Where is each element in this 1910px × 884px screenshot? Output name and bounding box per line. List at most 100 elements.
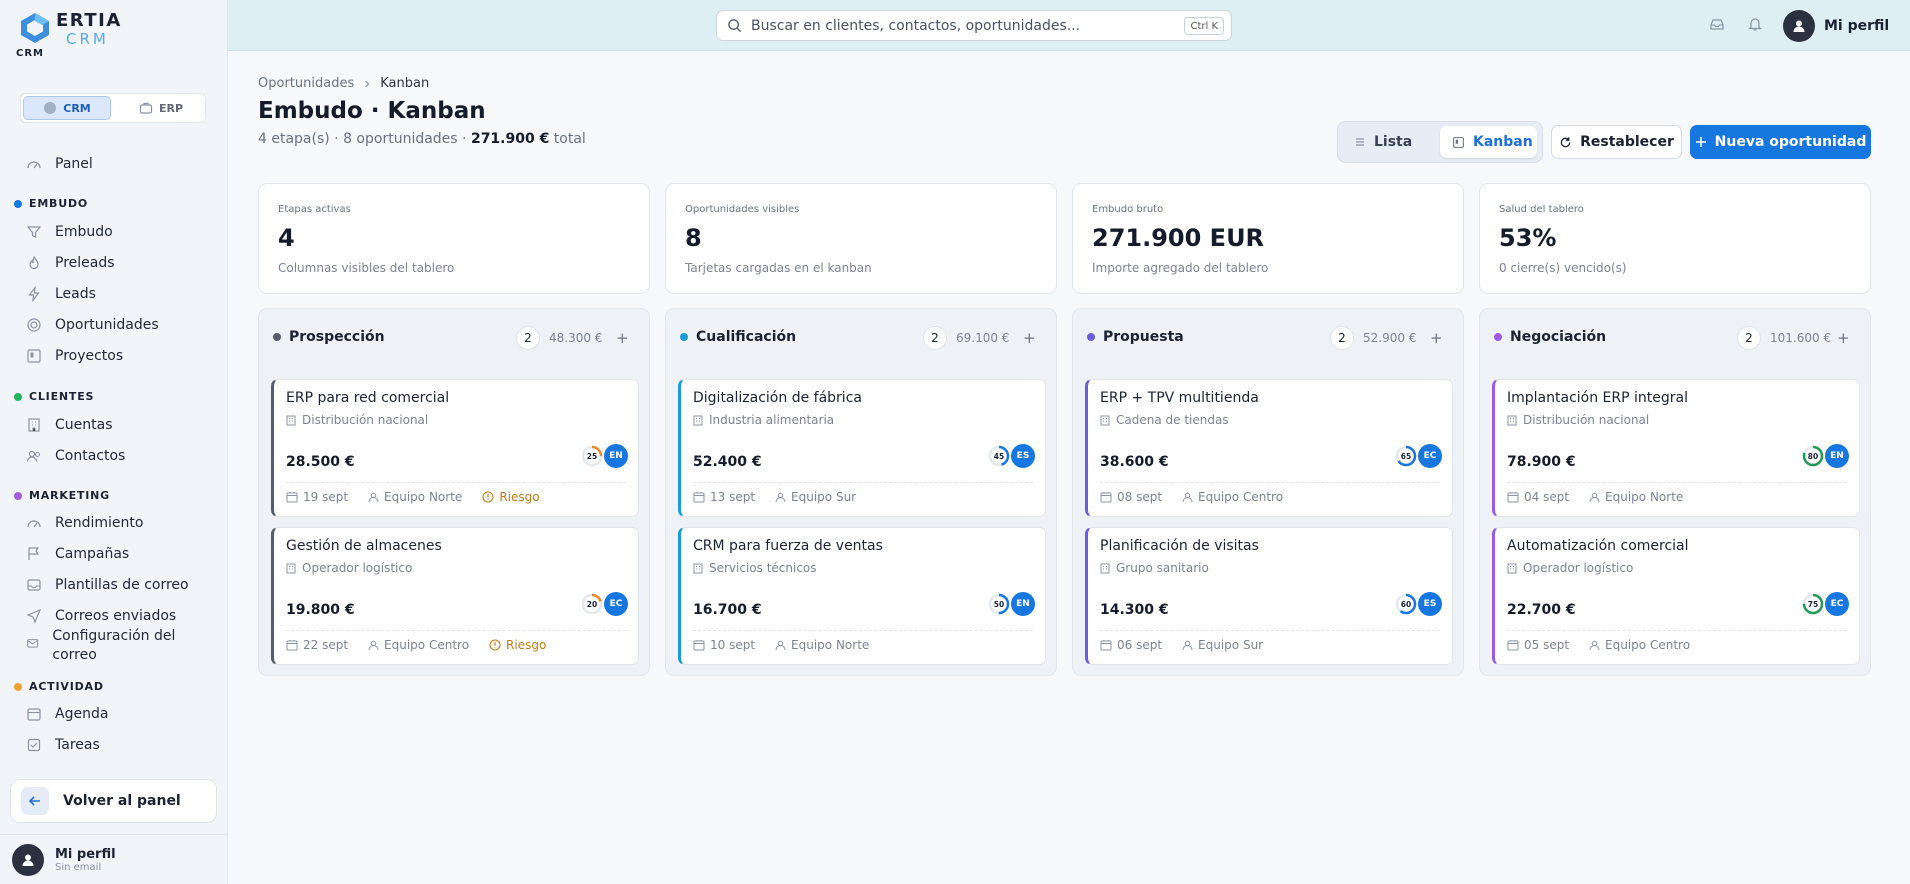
opportunity-card[interactable]: Gestión de almacenes Operador logístico … [271,527,639,665]
section-actividad: ACTIVIDAD [14,680,104,693]
building-icon [1100,563,1110,573]
column-color-dot [1087,333,1095,341]
section-title: ACTIVIDAD [29,680,104,693]
sidebar-item-proyectos[interactable]: Proyectos [26,345,123,367]
column-add-button[interactable]: + [616,329,629,347]
column-color-dot [1494,333,1502,341]
card-date: 05 sept [1507,638,1569,652]
sidebar-item-label: Rendimiento [55,515,144,531]
sidebar-item-cuentas[interactable]: Cuentas [26,414,113,436]
column-name: Propuesta [1103,329,1184,345]
sidebar-item-panel[interactable]: Panel [26,153,93,175]
sidebar-item-preleads[interactable]: Preleads [26,252,115,274]
calendar-icon [1507,640,1519,651]
column-add-button[interactable]: + [1430,329,1443,347]
card-team: Equipo Sur [775,490,856,504]
page-summary: 4 etapa(s) · 8 oportunidades · 271.900 €… [258,131,586,147]
global-search-input[interactable]: Buscar en clientes, contactos, oportunid… [716,10,1232,41]
opportunity-card[interactable]: Planificación de visitas Grupo sanitario… [1085,527,1453,665]
card-meta: 04 sept Equipo Norte [1507,490,1683,504]
view-list-label: Lista [1374,134,1413,150]
inbox-button[interactable] [1709,16,1725,32]
switch-erp-button[interactable]: ERP [117,96,205,120]
opportunity-card[interactable]: Automatización comercial Operador logíst… [1492,527,1860,665]
sidebar-item-campanas[interactable]: Campañas [26,543,129,565]
column-name: Negociación [1510,329,1607,345]
card-date: 13 sept [693,490,755,504]
checkbox-icon [27,738,41,752]
sidebar-profile[interactable]: Mi perfil Sin email [0,834,228,884]
owner-avatar[interactable]: EN [1825,444,1849,468]
opportunity-card[interactable]: CRM para fuerza de ventas Servicios técn… [678,527,1046,665]
card-team: Equipo Centro [1182,490,1283,504]
switch-crm-button[interactable]: CRM [23,96,111,120]
owner-avatar[interactable]: EC [1825,592,1849,616]
reset-button[interactable]: Restablecer [1551,125,1682,159]
sidebar-item-contactos[interactable]: Contactos [26,445,125,467]
column-add-button[interactable]: + [1837,329,1850,347]
view-kanban-button[interactable]: Kanban [1440,126,1537,158]
sidebar-item-plantillas[interactable]: Plantillas de correo [26,574,189,596]
card-date: 19 sept [286,490,348,504]
sidebar-item-rendimiento[interactable]: Rendimiento [26,512,143,534]
card-date-text: 06 sept [1117,638,1163,652]
card-organization-name: Servicios técnicos [709,561,817,575]
card-risk-badge: Riesgo [482,490,540,504]
card-title: Digitalización de fábrica [693,390,862,406]
sidebar: ERTIA CRM CRM CRM ERP Panel EMBUDO Embud… [0,0,228,884]
view-list-button[interactable]: Lista [1354,126,1412,158]
calendar-icon [27,708,41,721]
mail-settings-icon [27,639,39,648]
sidebar-item-label: Preleads [55,255,115,271]
sidebar-item-oportunidades[interactable]: Oportunidades [26,314,159,336]
send-icon [26,608,42,624]
refresh-icon [1560,136,1571,147]
probability-ring: 75 [1802,593,1824,615]
opportunity-card[interactable]: ERP para red comercial Distribución naci… [271,379,639,517]
owner-avatar[interactable]: EC [1418,444,1442,468]
alert-circle-icon [482,491,494,503]
owner-avatar[interactable]: ES [1011,444,1035,468]
back-to-panel-button[interactable]: Volver al panel [10,779,217,823]
opportunity-card[interactable]: Digitalización de fábrica Industria alim… [678,379,1046,517]
card-risk-text: Riesgo [499,490,540,504]
column-name: Prospección [289,329,385,345]
card-meta: 22 sept Equipo Centro Riesgo [286,638,546,652]
opportunity-card[interactable]: ERP + TPV multitienda Cadena de tiendas … [1085,379,1453,517]
stat-label: Embudo bruto [1092,204,1164,215]
top-profile-button[interactable]: Mi perfil [1783,10,1889,42]
card-meta: 06 sept Equipo Sur [1100,638,1263,652]
user-icon [1182,492,1193,502]
card-title: CRM para fuerza de ventas [693,538,883,554]
card-meta: 10 sept Equipo Norte [693,638,869,652]
kanban-board-icon [27,349,41,363]
card-amount: 28.500 € [286,454,355,470]
owner-avatar[interactable]: EC [604,592,628,616]
sidebar-item-embudo[interactable]: Embudo [26,221,113,243]
card-organization: Operador logístico [286,561,412,575]
notifications-button[interactable] [1747,16,1763,32]
owner-avatar[interactable]: EN [1011,592,1035,616]
sidebar-item-correos-enviados[interactable]: Correos enviados [26,605,176,627]
card-date: 22 sept [286,638,348,652]
view-toggle: Lista Kanban [1337,121,1543,163]
user-avatar-icon [1783,10,1815,42]
owner-avatar[interactable]: ES [1418,592,1442,616]
bell-icon [1748,18,1762,31]
sidebar-item-tareas[interactable]: Tareas [26,734,100,756]
card-team: Equipo Centro [1589,638,1690,652]
new-opportunity-button[interactable]: Nueva oportunidad [1690,125,1871,159]
breadcrumb-parent-link[interactable]: Oportunidades [258,76,354,91]
sidebar-item-agenda[interactable]: Agenda [26,703,108,725]
section-title: MARKETING [29,489,110,502]
sidebar-item-config-correo[interactable]: Configuración del correo [26,627,196,665]
owner-avatar[interactable]: EN [604,444,628,468]
sidebar-item-leads[interactable]: Leads [26,283,96,305]
bolt-icon [28,286,40,302]
building-icon [693,415,703,425]
column-add-button[interactable]: + [1023,329,1036,347]
section-title: CLIENTES [29,390,95,403]
opportunity-card[interactable]: Implantación ERP integral Distribución n… [1492,379,1860,517]
card-amount: 19.800 € [286,602,355,618]
sidebar-item-label: Panel [55,156,93,172]
